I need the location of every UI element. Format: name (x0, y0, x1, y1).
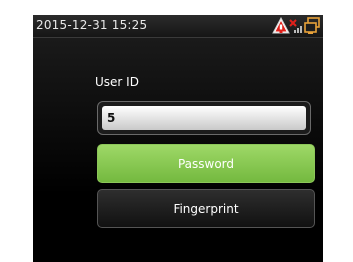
datetime: 2015-12-31 15:25 (36, 18, 148, 32)
alarm-warning-icon (272, 17, 290, 34)
device-screen: 2015-12-31 15:25 User ID 5 Password Fing… (33, 15, 323, 262)
fingerprint-button[interactable]: Fingerprint (97, 189, 315, 228)
network-icon (304, 17, 320, 34)
status-bar: 2015-12-31 15:25 (33, 15, 323, 38)
user-id-field[interactable]: 5 (97, 101, 311, 135)
password-button[interactable]: Password (97, 144, 315, 183)
status-icons (272, 17, 320, 35)
user-id-input[interactable]: 5 (102, 106, 306, 130)
user-id-label: User ID (95, 75, 139, 89)
no-signal-icon (289, 19, 302, 33)
verify-panel: User ID 5 Password Fingerprint (33, 38, 323, 262)
